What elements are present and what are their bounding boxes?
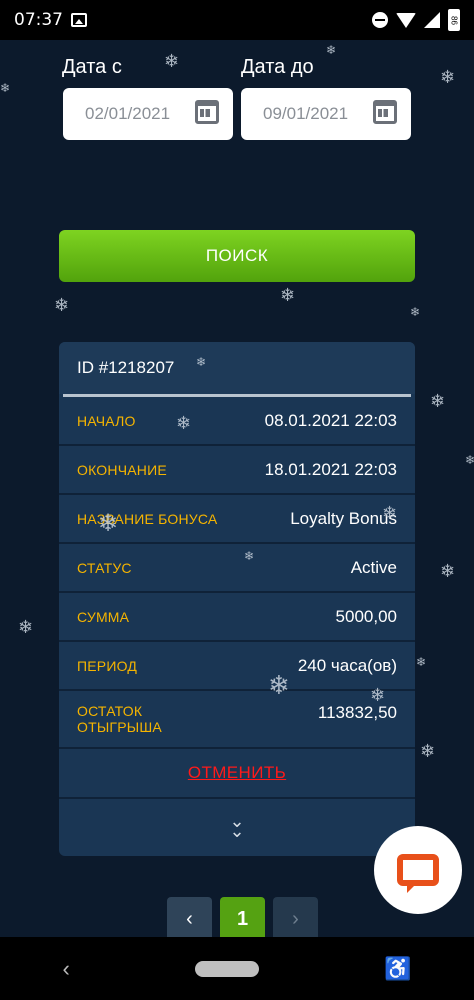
row-label: НАЧАЛО [77, 412, 136, 429]
snowflake-icon: ❄ [410, 305, 421, 319]
bonus-row-name: НАЗВАНИЕ БОНУСА Loyalty Bonus [59, 495, 415, 544]
live-chat-button[interactable] [374, 826, 462, 914]
snowflake-icon: ❄ [440, 561, 456, 581]
snowflake-icon: ❄ [420, 741, 436, 761]
signal-icon [424, 12, 440, 28]
cancel-bonus-link[interactable]: ОТМЕНИТЬ [188, 763, 286, 783]
cancel-row: ОТМЕНИТЬ [59, 749, 415, 799]
bonus-row-wager-remaining: ОСТАТОК ОТЫГРЫША 113832,50 [59, 691, 415, 749]
system-nav-bar: ‹ ♿ [0, 937, 474, 1000]
pagination: ‹ 1 › [167, 897, 318, 941]
bonus-id: ID #1218207 [59, 342, 415, 394]
home-pill[interactable] [194, 960, 259, 977]
back-icon[interactable]: ‹ [63, 956, 70, 982]
date-to-value: 09/01/2021 [263, 104, 349, 123]
row-label-line1: ОСТАТОК [77, 703, 143, 719]
snowflake-icon: ❄ [440, 67, 456, 87]
row-label: ОКОНЧАНИЕ [77, 461, 167, 478]
prev-page-button[interactable]: ‹ [167, 897, 212, 941]
snowflake-icon: ❄ [280, 285, 296, 305]
row-label: СТАТУС [77, 559, 132, 576]
row-label: ПЕРИОД [77, 657, 138, 674]
row-label: НАЗВАНИЕ БОНУСА [77, 510, 218, 527]
search-button[interactable]: ПОИСК [59, 230, 415, 282]
image-notification-icon [71, 13, 87, 27]
expand-button[interactable]: ⌄ ⌄ [59, 799, 415, 853]
snowflake-icon: ❄ [430, 391, 446, 411]
row-value: Active [350, 557, 397, 577]
row-label: ОСТАТОК ОТЫГРЫША [77, 703, 162, 735]
snowflake-icon: ❄ [326, 43, 337, 57]
snowflake-icon: ❄ [164, 51, 180, 71]
row-value: Loyalty Bonus [290, 508, 397, 528]
wifi-icon [396, 12, 416, 28]
bonus-row-start: НАЧАЛО 08.01.2021 22:03 [59, 397, 415, 446]
page-1-button[interactable]: 1 [220, 897, 265, 941]
accessibility-icon[interactable]: ♿ [384, 956, 411, 982]
bonus-row-status: СТАТУС Active [59, 544, 415, 593]
chat-bubble-icon [397, 854, 439, 893]
row-value: 113832,50 [317, 703, 397, 722]
bonus-row-end: ОКОНЧАНИЕ 18.01.2021 22:03 [59, 446, 415, 495]
row-value: 18.01.2021 22:03 [264, 459, 397, 479]
snowflake-icon: ❄ [54, 295, 70, 315]
snowflake-icon: ❄ [18, 617, 34, 637]
calendar-icon[interactable] [373, 100, 397, 124]
date-from-label: Дата с [62, 56, 122, 78]
status-bar: 07:37 86 [0, 0, 474, 40]
calendar-icon[interactable] [195, 100, 219, 124]
row-label: СУММА [77, 608, 130, 625]
row-label-line2: ОТЫГРЫША [77, 719, 162, 735]
status-time: 07:37 [14, 10, 63, 30]
row-value: 240 часа(ов) [297, 655, 397, 675]
snowflake-icon: ❄ [416, 655, 427, 669]
date-from-field[interactable]: 02/01/2021 [63, 88, 233, 140]
row-value: 5000,00 [335, 606, 397, 626]
date-to-label: Дата до [241, 56, 314, 78]
bonus-row-period: ПЕРИОД 240 часа(ов) [59, 642, 415, 691]
snowflake-icon: ❄ [465, 453, 474, 467]
do-not-disturb-icon [372, 12, 388, 28]
bonus-row-amount: СУММА 5000,00 [59, 593, 415, 642]
next-page-button[interactable]: › [273, 897, 318, 941]
battery-icon: 86 [448, 9, 460, 31]
date-from-value: 02/01/2021 [85, 104, 171, 123]
bonus-card: ID #1218207 НАЧАЛО 08.01.2021 22:03 ОКОН… [59, 342, 415, 856]
row-value: 08.01.2021 22:03 [264, 410, 397, 430]
date-to-field[interactable]: 09/01/2021 [241, 88, 411, 140]
snowflake-icon: ❄ [0, 81, 11, 95]
double-chevron-down-icon: ⌄ ⌄ [229, 811, 245, 841]
